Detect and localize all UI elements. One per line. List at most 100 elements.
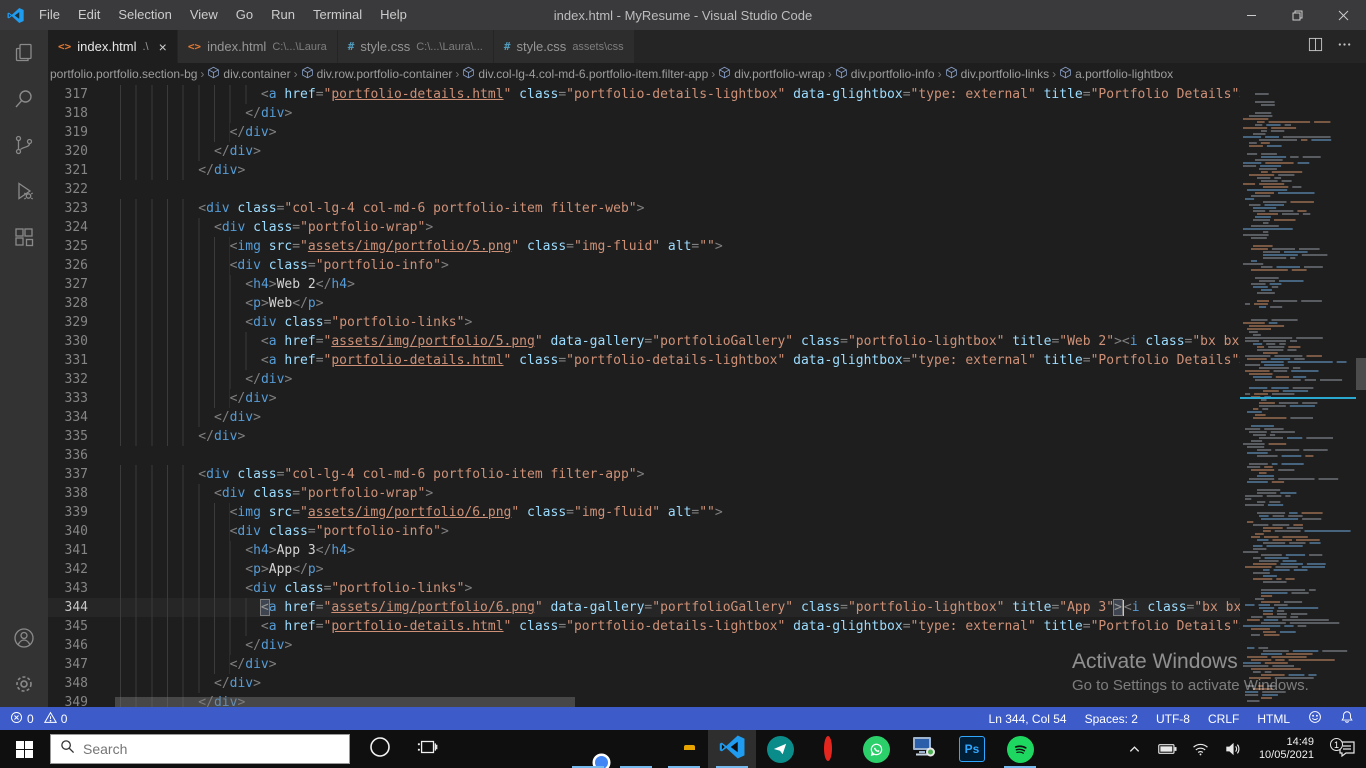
breadcrumb-item[interactable]: div.container (207, 66, 291, 82)
code-line-321[interactable]: 321 </div> (48, 161, 1240, 180)
error-count[interactable]: 0 (10, 711, 34, 727)
code-line-319[interactable]: 319 </div> (48, 123, 1240, 142)
code-line-328[interactable]: 328 <p>Web</p> (48, 294, 1240, 313)
warning-count[interactable]: 0 (43, 711, 67, 727)
code-line-323[interactable]: 323 <div class="col-lg-4 col-md-6 portfol… (48, 199, 1240, 218)
taskbar-cortana[interactable] (356, 730, 404, 768)
language-mode[interactable]: HTML (1257, 712, 1290, 726)
search-input[interactable] (83, 741, 303, 757)
code-line-346[interactable]: 346 </div> (48, 636, 1240, 655)
taskbar-whatsapp[interactable] (852, 730, 900, 768)
source-control-icon[interactable] (0, 122, 48, 168)
wifi-icon[interactable] (1187, 730, 1214, 768)
explorer-icon[interactable] (0, 30, 48, 76)
code-line-337[interactable]: 337 <div class="col-lg-4 col-md-6 portfol… (48, 465, 1240, 484)
menu-go[interactable]: Go (227, 0, 262, 30)
horizontal-scrollbar-thumb[interactable] (115, 697, 575, 707)
cursor-position[interactable]: Ln 344, Col 54 (989, 712, 1067, 726)
breadcrumb-item[interactable]: div.col-lg-4.col-md-6.portfolio-item.fil… (462, 66, 708, 82)
breadcrumb-item[interactable]: div.portfolio-wrap (718, 66, 825, 82)
encoding[interactable]: UTF-8 (1156, 712, 1190, 726)
code-line-336[interactable]: 336 (48, 446, 1240, 465)
menu-terminal[interactable]: Terminal (304, 0, 371, 30)
vertical-scrollbar-thumb[interactable] (1356, 358, 1366, 390)
close-tab-icon[interactable]: × (159, 39, 167, 55)
minimize-icon[interactable] (1228, 0, 1274, 30)
code-line-335[interactable]: 335 </div> (48, 427, 1240, 446)
eol-sequence[interactable]: CRLF (1208, 712, 1239, 726)
taskbar-clock[interactable]: 14:49 10/05/2021 (1253, 736, 1322, 762)
minimap[interactable] (1240, 85, 1356, 707)
horizontal-scrollbar[interactable] (48, 697, 1240, 707)
taskbar-search[interactable] (50, 734, 350, 764)
code-line-324[interactable]: 324 <div class="portfolio-wrap"> (48, 218, 1240, 237)
code-line-341[interactable]: 341 <h4>App 3</h4> (48, 541, 1240, 560)
taskbar-task-view[interactable] (404, 730, 452, 768)
notifications[interactable] (1340, 710, 1354, 727)
menu-help[interactable]: Help (371, 0, 416, 30)
close-icon[interactable] (1320, 0, 1366, 30)
tab-index.html-1[interactable]: <> index.html C:\...\Laura (177, 30, 338, 63)
code-line-333[interactable]: 333 </div> (48, 389, 1240, 408)
code-line-345[interactable]: 345 <a href="portfolio-details.html" clas… (48, 617, 1240, 636)
search-icon[interactable] (0, 76, 48, 122)
taskbar-spotify[interactable] (996, 730, 1044, 768)
breadcrumb-item[interactable]: div.portfolio-info (835, 66, 935, 82)
code-line-339[interactable]: 339 <img src="assets/img/portfolio/6.png"… (48, 503, 1240, 522)
menu-file[interactable]: File (30, 0, 69, 30)
code-line-340[interactable]: 340 <div class="portfolio-info"> (48, 522, 1240, 541)
code-line-347[interactable]: 347 </div> (48, 655, 1240, 674)
tab-style.css-3[interactable]: # style.css assets\css (493, 30, 635, 63)
code-line-332[interactable]: 332 </div> (48, 370, 1240, 389)
restore-icon[interactable] (1274, 0, 1320, 30)
feedback[interactable] (1308, 710, 1322, 727)
taskbar-opera[interactable] (804, 730, 852, 768)
tab-style.css-2[interactable]: # style.css C:\...\Laura\... (337, 30, 494, 63)
taskbar-edge[interactable] (612, 730, 660, 768)
more-actions-icon[interactable] (1337, 37, 1352, 57)
split-editor-icon[interactable] (1308, 37, 1323, 57)
indentation[interactable]: Spaces: 2 (1085, 712, 1138, 726)
code-line-344[interactable]: 344 <a href="assets/img/portfolio/6.png" … (48, 598, 1240, 617)
start-button[interactable] (0, 730, 48, 768)
code-line-329[interactable]: 329 <div class="portfolio-links"> (48, 313, 1240, 332)
code-line-342[interactable]: 342 <p>App</p> (48, 560, 1240, 579)
code-line-317[interactable]: 317 <a href="portfolio-details.html" clas… (48, 85, 1240, 104)
code-line-343[interactable]: 343 <div class="portfolio-links"> (48, 579, 1240, 598)
code-line-334[interactable]: 334 </div> (48, 408, 1240, 427)
breadcrumb-item[interactable]: a.portfolio-lightbox (1059, 66, 1173, 82)
battery-icon[interactable] (1154, 730, 1181, 768)
menu-edit[interactable]: Edit (69, 0, 109, 30)
breadcrumb-item[interactable]: portfolio.portfolio.section-bg (50, 67, 197, 81)
extensions-icon[interactable] (0, 214, 48, 260)
code-line-322[interactable]: 322 (48, 180, 1240, 199)
account-icon[interactable] (0, 615, 48, 661)
menu-view[interactable]: View (181, 0, 227, 30)
tray-chevron-icon[interactable] (1121, 730, 1148, 768)
taskbar-remote-desktop[interactable] (900, 730, 948, 768)
volume-icon[interactable] (1220, 730, 1247, 768)
taskbar-photoshop[interactable]: Ps (948, 730, 996, 768)
run-debug-icon[interactable] (0, 168, 48, 214)
code-line-330[interactable]: 330 <a href="assets/img/portfolio/5.png" … (48, 332, 1240, 351)
taskbar-vscode[interactable] (708, 730, 756, 768)
code-line-331[interactable]: 331 <a href="portfolio-details.html" clas… (48, 351, 1240, 370)
code-line-348[interactable]: 348 </div> (48, 674, 1240, 693)
code-line-326[interactable]: 326 <div class="portfolio-info"> (48, 256, 1240, 275)
settings-gear-icon[interactable] (0, 661, 48, 707)
menu-run[interactable]: Run (262, 0, 304, 30)
editor[interactable]: 317 <a href="portfolio-details.html" clas… (48, 85, 1366, 707)
code-line-320[interactable]: 320 </div> (48, 142, 1240, 161)
tab-index.html-0[interactable]: <> index.html .\ × (48, 30, 178, 63)
notification-center-icon[interactable]: 1 (1328, 738, 1366, 757)
code-line-325[interactable]: 325 <img src="assets/img/portfolio/5.png"… (48, 237, 1240, 256)
code-line-318[interactable]: 318 </div> (48, 104, 1240, 123)
vertical-scrollbar[interactable] (1356, 85, 1366, 707)
breadcrumb-item[interactable]: div.portfolio-links (945, 66, 1049, 82)
breadcrumb-item[interactable]: div.row.portfolio-container (301, 66, 452, 82)
code-line-338[interactable]: 338 <div class="portfolio-wrap"> (48, 484, 1240, 503)
taskbar-chrome[interactable] (564, 730, 612, 768)
code-line-327[interactable]: 327 <h4>Web 2</h4> (48, 275, 1240, 294)
taskbar-file-explorer[interactable] (660, 730, 708, 768)
taskbar-paper-plane-app[interactable] (756, 730, 804, 768)
